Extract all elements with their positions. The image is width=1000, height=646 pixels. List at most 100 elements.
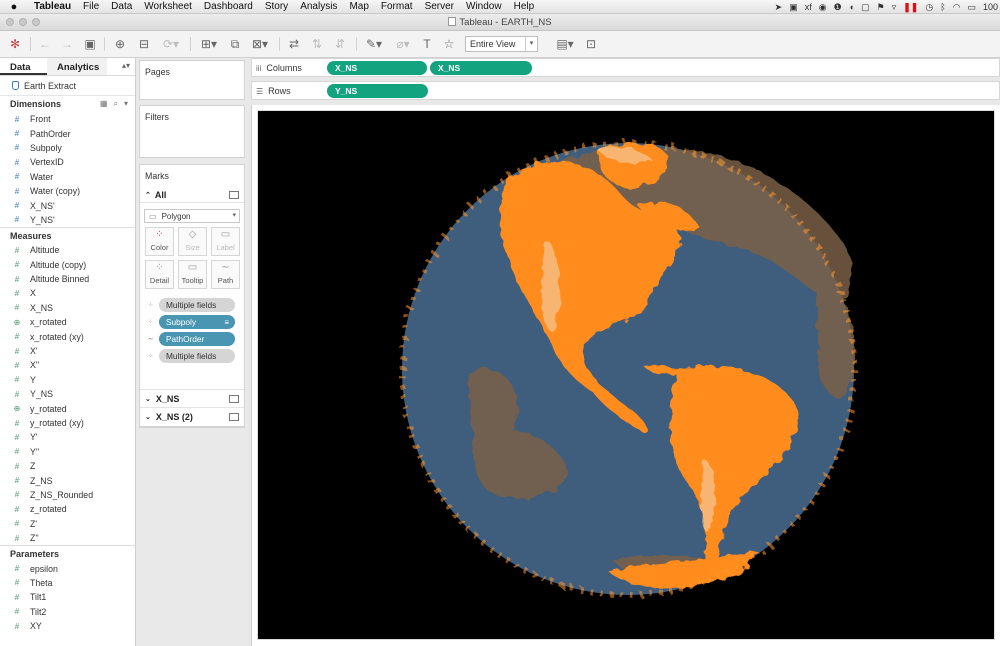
presentation-icon[interactable]: ⊡ xyxy=(583,36,599,52)
measure-field-item[interactable]: # Altitude Binned xyxy=(0,272,135,286)
group-icon[interactable]: ⌀▾ xyxy=(392,36,414,52)
viz-canvas[interactable] xyxy=(257,110,995,640)
parameter-field-item[interactable]: # Theta xyxy=(0,576,135,590)
new-worksheet-icon[interactable]: ⊞▾ xyxy=(198,36,220,52)
dimension-field-item[interactable]: # VertexID xyxy=(0,155,135,169)
detail-button[interactable]: ⁘ Detail xyxy=(145,260,174,289)
measure-field-item[interactable]: # X xyxy=(0,286,135,300)
menu-window[interactable]: Window xyxy=(460,1,508,12)
tab-analytics[interactable]: Analytics xyxy=(47,58,107,75)
undo-icon[interactable]: ← xyxy=(37,36,53,52)
duplicate-sheet-icon[interactable]: ⧉ xyxy=(227,36,243,52)
eye-icon[interactable]: ◉ xyxy=(819,2,827,13)
location-icon[interactable]: ➤ xyxy=(775,2,783,13)
columns-pill[interactable]: X_NS xyxy=(430,61,532,75)
measure-field-item[interactable]: # Y_NS xyxy=(0,387,135,401)
parameter-field-item[interactable]: # Tilt2 xyxy=(0,605,135,619)
menu-format[interactable]: Format xyxy=(375,1,419,12)
measure-field-item[interactable]: # y_rotated (xy) xyxy=(0,416,135,430)
sort-descending-icon[interactable]: ⇵ xyxy=(332,36,348,52)
menu-analysis[interactable]: Analysis xyxy=(294,1,343,12)
wifi-icon[interactable]: ◠ xyxy=(953,2,961,13)
dropdown-icon[interactable]: ▿ xyxy=(892,2,897,13)
filters-card[interactable]: Filters xyxy=(139,105,245,158)
dimension-field-item[interactable]: # Front xyxy=(0,112,135,126)
parameter-field-item[interactable]: # Tilt1 xyxy=(0,590,135,604)
dimension-field-item[interactable]: # Y_NS' xyxy=(0,213,135,227)
swap-icon[interactable]: ⇄ xyxy=(286,36,302,52)
highlight-icon[interactable]: ✎▾ xyxy=(363,36,385,52)
mark-field-pill[interactable]: Subpoly ≡ xyxy=(159,315,235,329)
measure-field-item[interactable]: # Altitude xyxy=(0,243,135,257)
dimension-field-item[interactable]: # X_NS' xyxy=(0,198,135,212)
new-datasource-icon[interactable]: ⊕ xyxy=(111,36,129,52)
columns-shelf[interactable]: iii Columns X_NS X_NS xyxy=(251,58,1000,77)
label-marks-icon[interactable]: T xyxy=(419,36,435,52)
sheet-row-x-ns-2[interactable]: ⌄ X_NS (2) xyxy=(140,407,244,425)
data-source[interactable]: Earth Extract xyxy=(0,76,135,96)
measure-field-item[interactable]: # x_rotated (xy) xyxy=(0,329,135,343)
menu-server[interactable]: Server xyxy=(419,1,460,12)
dimension-field-item[interactable]: # PathOrder xyxy=(0,126,135,140)
tooltip-button[interactable]: ▭ Tooltip xyxy=(178,260,207,289)
apple-menu-icon[interactable]: ● xyxy=(0,1,28,13)
mark-type-select[interactable]: ▭ Polygon ▾ xyxy=(144,209,240,223)
dimension-field-item[interactable]: # Subpoly xyxy=(0,141,135,155)
measure-field-item[interactable]: # Z xyxy=(0,459,135,473)
measure-field-item[interactable]: # X_NS xyxy=(0,301,135,315)
tableau-logo-icon[interactable]: ✻ xyxy=(7,36,23,52)
clear-sheet-icon[interactable]: ⊠▾ xyxy=(249,36,271,52)
flag-icon[interactable]: ⚑ xyxy=(877,2,885,13)
size-button[interactable]: ◇ Size xyxy=(178,227,207,256)
menu-help[interactable]: Help xyxy=(508,1,541,12)
view-icon[interactable]: ▦ xyxy=(100,99,108,109)
measure-field-item[interactable]: # X' xyxy=(0,344,135,358)
pause-icon[interactable]: ❚❚ xyxy=(903,2,918,13)
measure-field-item[interactable]: # Z_NS_Rounded xyxy=(0,488,135,502)
measure-field-item[interactable]: # Y xyxy=(0,373,135,387)
mark-field-pill[interactable]: Multiple fields xyxy=(159,349,235,363)
dimension-field-item[interactable]: # Water xyxy=(0,170,135,184)
measure-field-item[interactable]: # Y' xyxy=(0,430,135,444)
pause-updates-icon[interactable]: ⊟ xyxy=(135,36,153,52)
save-icon[interactable]: ▣ xyxy=(82,36,98,52)
globe-visualization[interactable] xyxy=(258,111,995,640)
menu-tableau[interactable]: Tableau xyxy=(28,1,77,12)
measure-field-item[interactable]: # X'' xyxy=(0,358,135,372)
dimension-field-item[interactable]: # Water (copy) xyxy=(0,184,135,198)
pane-menu-icon[interactable]: ▴▾ xyxy=(122,61,130,70)
menu-dashboard[interactable]: Dashboard xyxy=(198,1,259,12)
measure-field-item[interactable]: # Altitude (copy) xyxy=(0,258,135,272)
rows-pill[interactable]: Y_NS xyxy=(327,84,428,98)
pin-icon[interactable]: ☆ xyxy=(441,36,457,52)
measure-field-item[interactable]: # Z_NS xyxy=(0,473,135,487)
redo-icon[interactable]: → xyxy=(59,36,75,52)
measure-field-item[interactable]: # Z' xyxy=(0,517,135,531)
mark-field-pill[interactable]: Multiple fields xyxy=(159,298,235,312)
sort-ascending-icon[interactable]: ⇅ xyxy=(309,36,325,52)
menu-story[interactable]: Story xyxy=(259,1,294,12)
menu-map[interactable]: Map xyxy=(343,1,374,12)
shield-icon[interactable]: ▢ xyxy=(861,2,870,13)
clock-icon[interactable]: ◷ xyxy=(925,2,933,13)
battery-icon[interactable]: ▭ xyxy=(967,2,976,13)
mark-field-pill[interactable]: PathOrder xyxy=(159,332,235,346)
chevron-down-icon[interactable]: ▾ xyxy=(124,99,128,109)
color-button[interactable]: ⁘ Color xyxy=(145,227,174,256)
measure-field-item[interactable]: # z_rotated xyxy=(0,502,135,516)
chat-icon[interactable]: ▣ xyxy=(789,2,798,13)
rows-shelf[interactable]: ☰ Rows Y_NS xyxy=(251,81,1000,100)
path-button[interactable]: ∼ Path xyxy=(211,260,240,289)
parameter-field-item[interactable]: # epsilon xyxy=(0,561,135,575)
volume-icon[interactable]: ◖ xyxy=(849,2,854,12)
columns-pill[interactable]: X_NS xyxy=(327,61,427,75)
pages-card[interactable]: Pages xyxy=(139,60,245,100)
label-button[interactable]: ▭ Label xyxy=(211,227,240,256)
parameter-field-item[interactable]: # XY xyxy=(0,619,135,633)
menu-worksheet[interactable]: Worksheet xyxy=(138,1,198,12)
menu-data[interactable]: Data xyxy=(105,1,138,12)
menu-file[interactable]: File xyxy=(77,1,105,12)
sheet-row-x-ns[interactable]: ⌄ X_NS xyxy=(140,389,244,407)
search-icon[interactable]: ⌕ xyxy=(114,99,118,109)
tab-data[interactable]: Data xyxy=(0,58,47,75)
